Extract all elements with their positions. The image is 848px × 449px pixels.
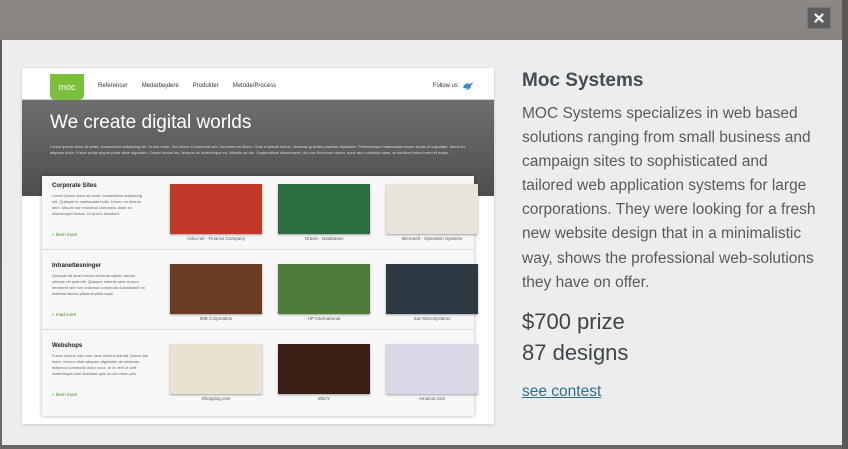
- portfolio-thumb: [170, 344, 262, 394]
- mockup-hero-title: We create digital worlds: [50, 112, 252, 133]
- section-text: Lorem ipsum dolor sit amet, consectetur …: [52, 193, 143, 216]
- section-title: Webshops: [52, 343, 83, 349]
- section-title: Corporate Sites: [52, 183, 97, 189]
- mockup-section: Intranetløsninger Quisque sit amet metus…: [42, 256, 478, 330]
- portfolio-thumb: [278, 344, 370, 394]
- thumb-caption: Acko.net - Finance Company: [186, 236, 246, 241]
- portfolio-thumb: [170, 184, 262, 234]
- portfolio-thumb: [278, 184, 370, 234]
- thumb-caption: Shopping.com: [201, 396, 231, 401]
- mockup-hero-text: Lorem ipsum dolor sit amet, consectetur …: [50, 144, 466, 155]
- see-contest-link[interactable]: see contest: [522, 383, 601, 401]
- portfolio-thumb: [278, 264, 370, 314]
- mockup-content: Corporate Sites Lorem ipsum dolor sit am…: [42, 176, 478, 416]
- thumb-caption: IMB Corporation: [199, 316, 233, 321]
- mockup-nav: moc Referencer Medarbejdere Produkter Me…: [22, 74, 494, 100]
- twitter-bird-icon: [463, 82, 473, 90]
- thumb-caption: Oracle - Databases: [304, 236, 344, 241]
- contest-title: Moc Systems: [522, 70, 644, 91]
- mockup-menu: Referencer Medarbejdere Produkter Metode…: [98, 83, 276, 89]
- section-text: Fusce cursus odio non risus viverra blan…: [52, 353, 148, 376]
- mockup-section: Webshops Fusce cursus odio non risus viv…: [42, 336, 478, 410]
- section-title: Intranetløsninger: [52, 263, 102, 269]
- contest-modal: moc Referencer Medarbejdere Produkter Me…: [2, 40, 842, 445]
- close-button[interactable]: [807, 7, 831, 29]
- page-scrollbar[interactable]: [842, 0, 848, 449]
- mockup-nav-item: Medarbejdere: [141, 83, 179, 89]
- mockup-logo: moc: [50, 74, 84, 100]
- mockup-section: Corporate Sites Lorem ipsum dolor sit am…: [42, 176, 478, 250]
- portfolio-thumb: [386, 344, 478, 394]
- close-icon: [814, 13, 824, 23]
- design-preview[interactable]: moc Referencer Medarbejdere Produkter Me…: [22, 68, 494, 424]
- thumb-caption: Microsoft - Operation Systems: [401, 236, 463, 241]
- thumb-caption: Amazon.com: [418, 396, 446, 401]
- mockup-nav-item: Metode/Process: [232, 83, 277, 89]
- portfolio-thumb: [170, 264, 262, 314]
- section-text: Quisque sit amet metus vehicula sapien i…: [52, 273, 145, 296]
- mockup-follow: Follow us: [432, 83, 458, 89]
- contest-description: MOC Systems specializes in web based sol…: [522, 105, 816, 291]
- prize-amount: $700 prize: [522, 309, 625, 334]
- portfolio-thumb: [386, 184, 478, 234]
- portfolio-thumb: [386, 264, 478, 314]
- mockup-nav-item: Referencer: [98, 83, 128, 89]
- section-more-link: » learn more: [52, 392, 78, 397]
- section-more-link: » learn more: [52, 232, 78, 237]
- thumb-caption: Sun Microsystems: [413, 316, 451, 321]
- thumb-caption: EBAY: [318, 396, 330, 401]
- mockup-nav-item: Produkter: [192, 83, 219, 89]
- thumb-caption: HP International: [307, 316, 341, 321]
- section-more-link: » read more: [52, 312, 77, 317]
- design-count: 87 designs: [522, 340, 629, 365]
